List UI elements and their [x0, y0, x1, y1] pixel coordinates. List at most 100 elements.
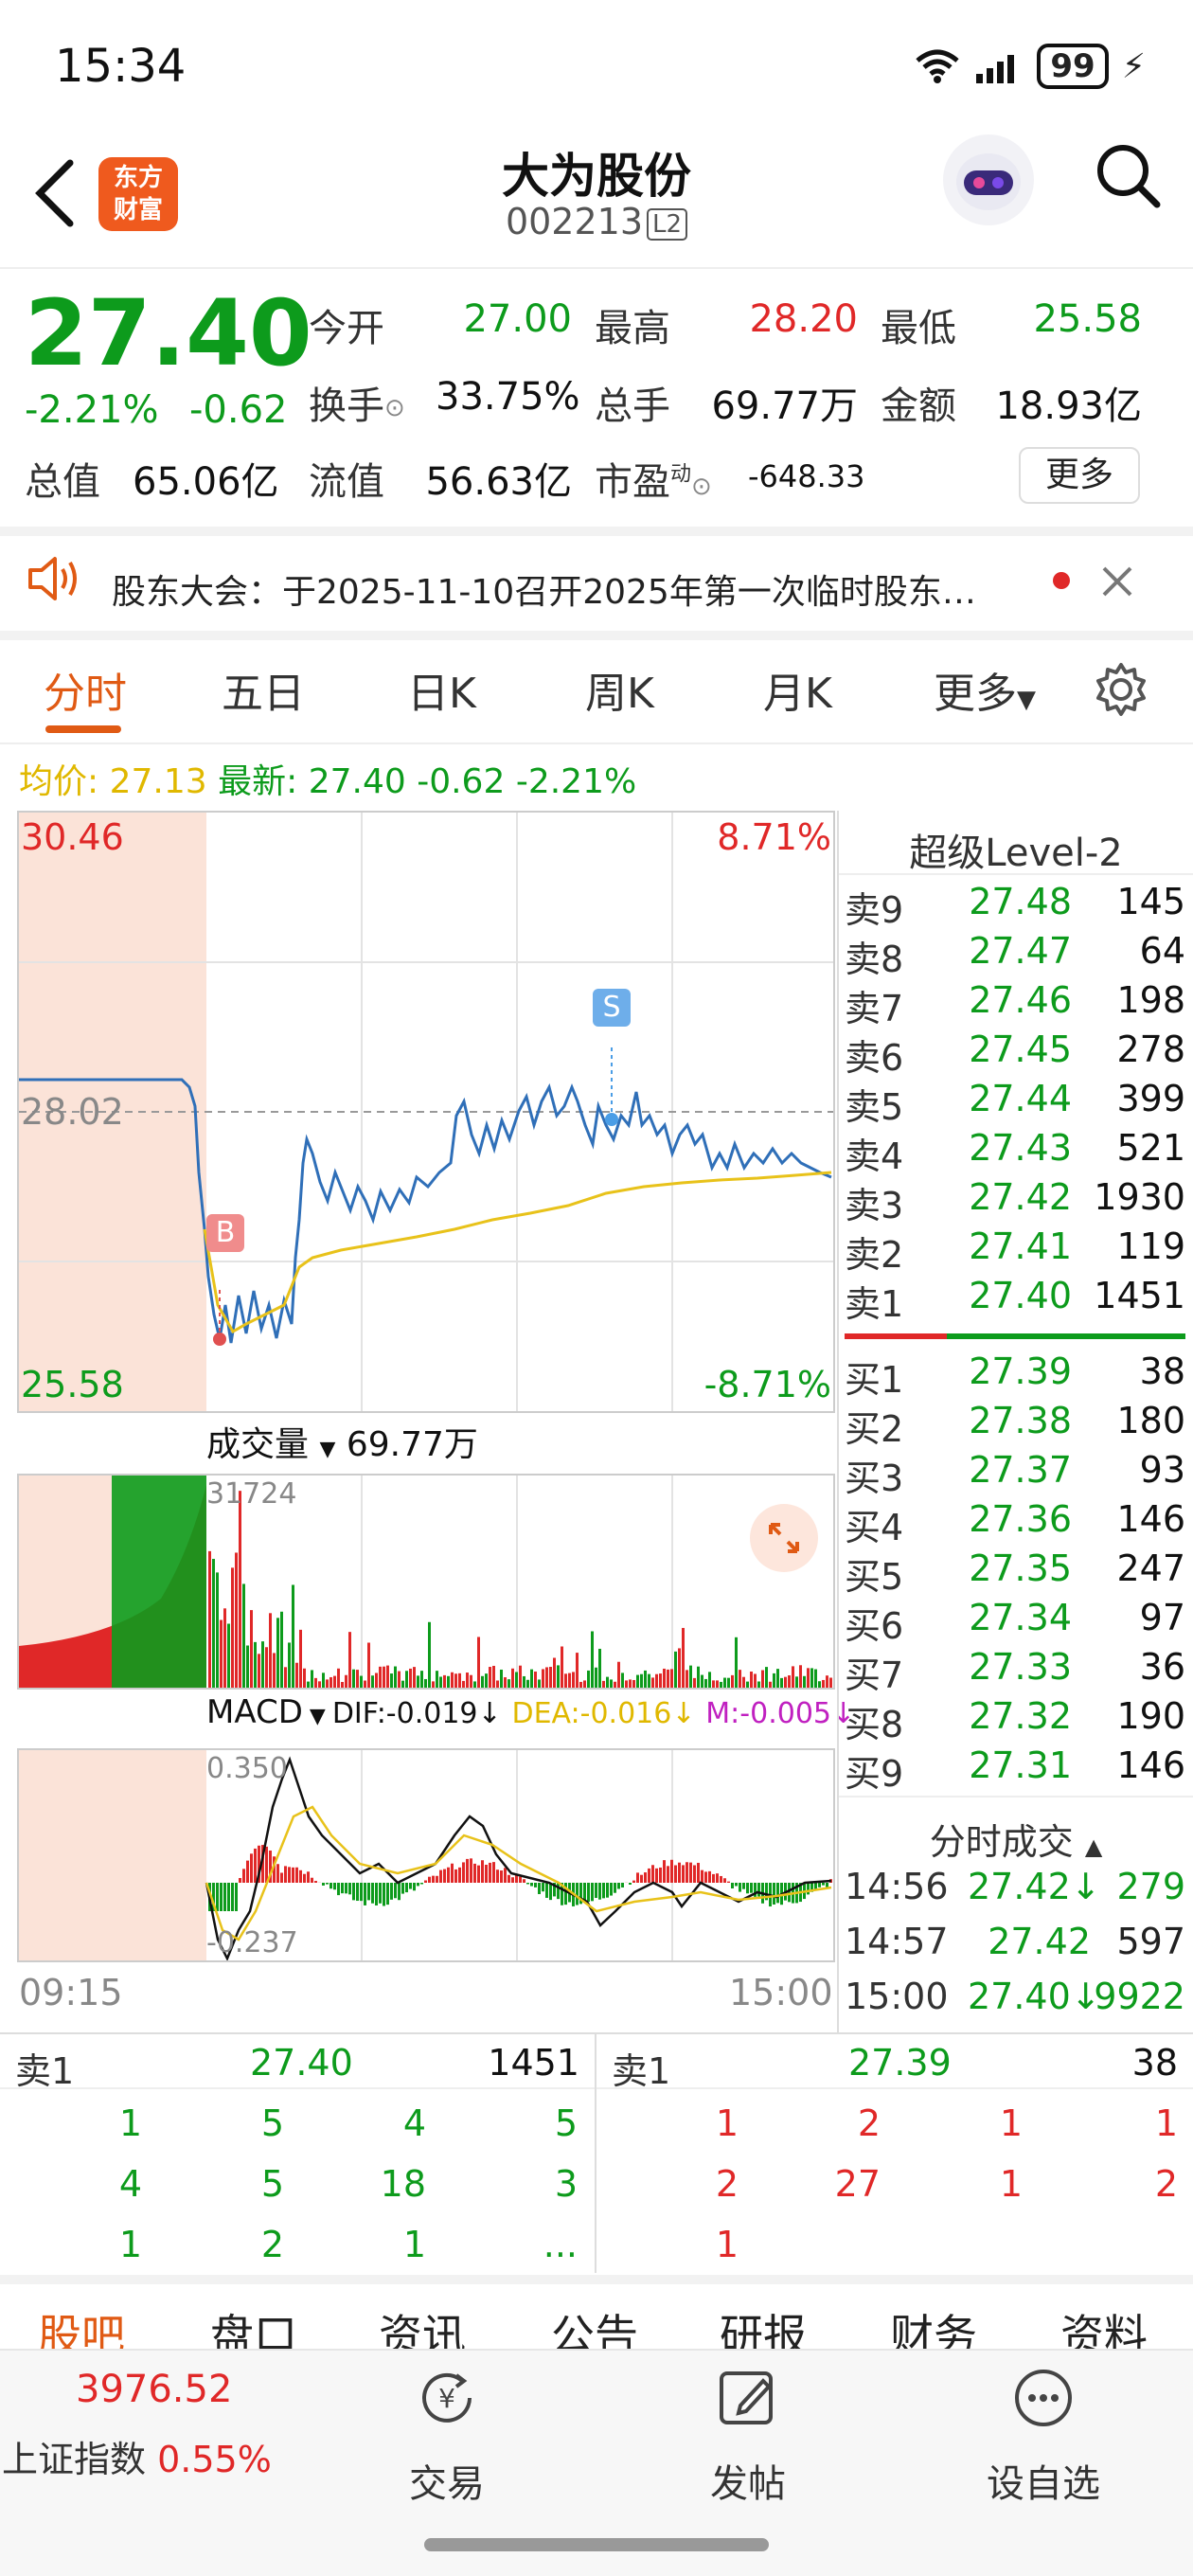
ask-row[interactable]: 卖2 27.41 119: [845, 1225, 1185, 1276]
macd-bar: [292, 1867, 294, 1883]
turnover-label[interactable]: 换手⊙: [309, 375, 405, 430]
volume-bar: [788, 1675, 791, 1688]
level2-title[interactable]: 超级Level-2: [839, 822, 1193, 877]
bid-volume: 180: [1116, 1400, 1185, 1441]
ask-row[interactable]: 卖9 27.48 145: [845, 881, 1185, 931]
bid-row[interactable]: 买5 27.35 247: [845, 1547, 1185, 1598]
nav-trade[interactable]: 交易: [352, 2453, 542, 2508]
macd-bar: [303, 1873, 306, 1883]
more-options-icon[interactable]: [1009, 2364, 1077, 2432]
tab-intraday[interactable]: 分时: [44, 659, 127, 720]
settings-icon[interactable]: [1093, 661, 1149, 718]
close-icon[interactable]: [1100, 564, 1134, 599]
volume-bar: [360, 1675, 363, 1688]
bid-row[interactable]: 买3 27.37 93: [845, 1449, 1185, 1499]
bid-row[interactable]: 买2 27.38 180: [845, 1400, 1185, 1450]
volume-bar: [223, 1608, 226, 1688]
macd-bar: [250, 1853, 253, 1883]
volume-bar: [451, 1672, 454, 1688]
tab-more[interactable]: 更多▼: [934, 659, 1036, 720]
expand-button[interactable]: [750, 1504, 818, 1572]
index-info[interactable]: 上证指数 0.55%: [2, 2430, 272, 2482]
nav-post[interactable]: 发帖: [653, 2453, 843, 2508]
trade-icon[interactable]: ¥: [413, 2364, 481, 2432]
ask-row[interactable]: 卖7 27.46 198: [845, 979, 1185, 1029]
high-label: 最高: [595, 307, 670, 350]
low-value: 25.58: [1033, 297, 1142, 341]
bid-row[interactable]: 买7 27.33 36: [845, 1646, 1185, 1696]
sell-marker[interactable]: S: [593, 989, 631, 1027]
volume-value: 69.77万: [711, 385, 858, 428]
volume-bar: [757, 1681, 760, 1688]
macd-bar: [682, 1865, 685, 1883]
more-button[interactable]: 更多: [1019, 447, 1140, 504]
macd-chart[interactable]: 0.350 -0.237: [17, 1748, 835, 1962]
trades-title[interactable]: 分时成交 ▲: [839, 1813, 1193, 1865]
ask-price: 27.43: [969, 1127, 1072, 1169]
info-icon[interactable]: ⊙: [384, 394, 405, 422]
latest-percent: -2.21%: [515, 762, 637, 801]
search-icon[interactable]: [1095, 142, 1163, 210]
volume-bar: [553, 1657, 556, 1688]
notice-text[interactable]: 股东大会：于2025-11-10召开2025年第一次临时股东…: [112, 564, 1030, 614]
bid-label: 买9: [845, 1753, 904, 1795]
nav-add-watchlist[interactable]: 设自选: [949, 2453, 1138, 2508]
bid-row[interactable]: 买4 27.36 146: [845, 1498, 1185, 1548]
macd-bar: [526, 1883, 529, 1885]
bid-row[interactable]: 买6 27.34 97: [845, 1597, 1185, 1647]
tab-five-day[interactable]: 五日: [222, 659, 305, 720]
ask-volume: 1451: [1094, 1275, 1185, 1316]
ask-row[interactable]: 卖1 27.40 1451: [845, 1275, 1185, 1325]
macd-bar: [326, 1883, 329, 1885]
bid-row[interactable]: 买1 27.39 38: [845, 1351, 1185, 1401]
volume-bar: [492, 1665, 495, 1688]
volume-bar: [602, 1680, 605, 1688]
sell-queue-cell: 1: [118, 2224, 142, 2265]
price-chart[interactable]: B S 30.46 28.02 25.58 8.71% -8.71%: [17, 811, 835, 1413]
volume-chart[interactable]: 31724: [17, 1474, 835, 1690]
bid-row[interactable]: 买9 27.31 146: [845, 1744, 1185, 1795]
volume-bar: [674, 1651, 677, 1688]
bid-row[interactable]: 买8 27.32 190: [845, 1695, 1185, 1745]
volume-bar: [428, 1621, 431, 1688]
macd-bar: [496, 1869, 499, 1883]
ask-row[interactable]: 卖5 27.44 399: [845, 1078, 1185, 1128]
bid-label: 买5: [845, 1556, 904, 1598]
ask-price: 27.45: [969, 1029, 1072, 1070]
ask-row[interactable]: 卖3 27.42 1930: [845, 1176, 1185, 1226]
macd-bar: [466, 1858, 469, 1883]
edit-icon[interactable]: [714, 2364, 782, 2432]
volume-bar: [723, 1677, 726, 1688]
macd-max-label: 0.350: [206, 1752, 288, 1785]
macd-bar: [659, 1867, 662, 1883]
volume-bar: [572, 1672, 575, 1688]
ask-row[interactable]: 卖6 27.45 278: [845, 1029, 1185, 1079]
ask-label: 卖7: [845, 988, 904, 1029]
tab-daily-k[interactable]: 日K: [407, 659, 476, 720]
volume-bar: [534, 1672, 537, 1688]
macd-bar: [701, 1869, 703, 1883]
tab-monthly-k[interactable]: 月K: [763, 659, 832, 720]
ask-row[interactable]: 卖8 27.47 64: [845, 930, 1185, 980]
macd-selector[interactable]: MACD ▼ DIF:-0.019↓ DEA:-0.016↓ M:-0.005↓: [206, 1693, 855, 1731]
bid-price: 27.32: [969, 1695, 1072, 1737]
queue-sell-price: 27.40: [250, 2042, 353, 2084]
ask-price: 27.40: [969, 1275, 1072, 1316]
buy-marker[interactable]: B: [206, 1214, 244, 1252]
macd-bar: [723, 1878, 726, 1883]
tab-weekly-k[interactable]: 周K: [585, 659, 654, 720]
time-start: 09:15: [19, 1972, 123, 2013]
assistant-avatar[interactable]: [943, 134, 1034, 225]
turnover-label-text: 换手: [309, 385, 384, 428]
volume-selector[interactable]: 成交量 ▼ 69.77万: [206, 1417, 478, 1466]
pe-info-icon[interactable]: ⊙: [691, 473, 712, 501]
macd-bar: [587, 1883, 590, 1903]
ask-row[interactable]: 卖4 27.43 521: [845, 1127, 1185, 1177]
pe-label[interactable]: 市盈动⊙: [595, 451, 712, 506]
ask-label: 卖8: [845, 939, 904, 980]
index-value[interactable]: 3976.52: [76, 2368, 232, 2411]
home-indicator[interactable]: [424, 2538, 769, 2551]
bid-price: 27.39: [969, 1351, 1072, 1392]
macd-bar: [530, 1883, 533, 1887]
chevron-down-icon: ▼: [319, 1438, 336, 1461]
